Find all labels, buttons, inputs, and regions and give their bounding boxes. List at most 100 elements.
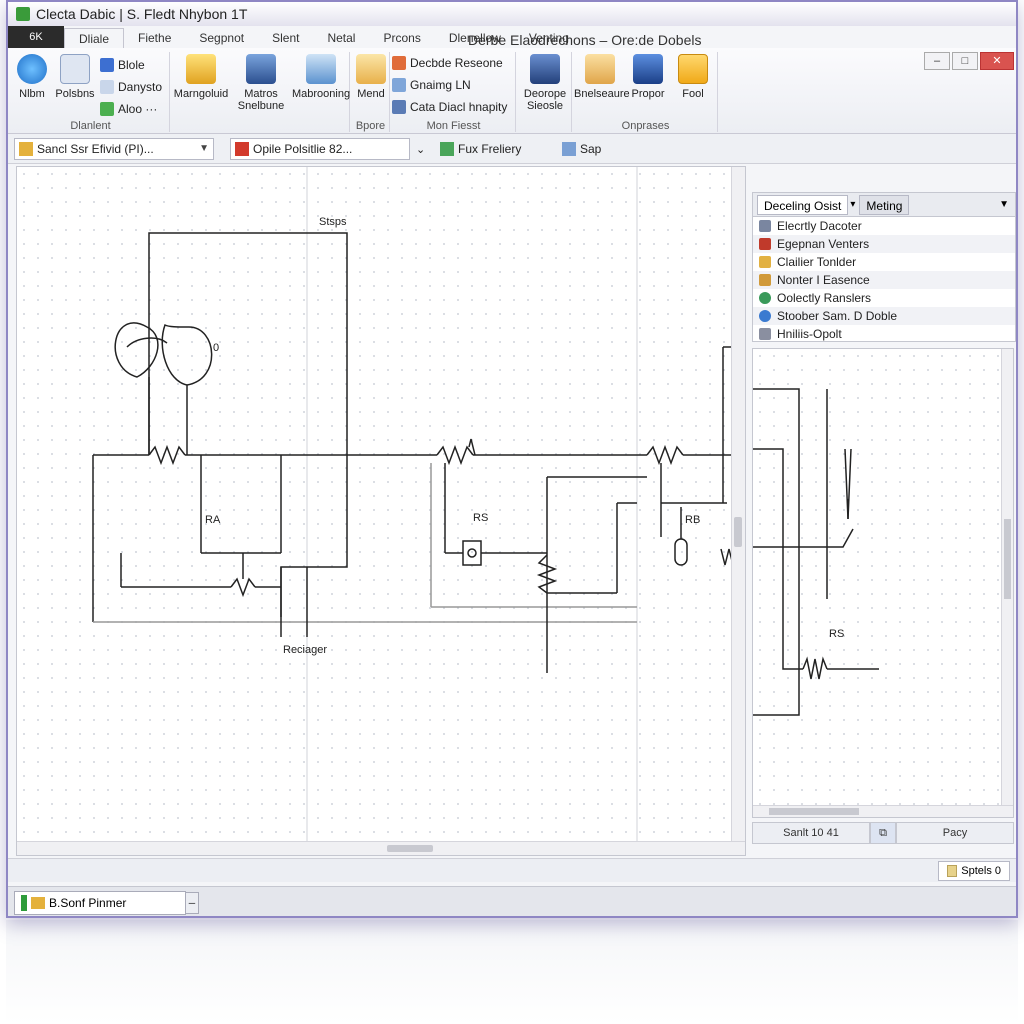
list-item[interactable]: Hniliis-Opolt: [753, 325, 1015, 343]
status-right: Sptels 0: [938, 861, 1010, 881]
tab-file[interactable]: 6K: [8, 26, 64, 48]
label-bottom: Reciager: [283, 644, 327, 656]
ribbon-small-cata[interactable]: Cata Diacl hnapity: [392, 98, 507, 116]
ribbon-small-decbde[interactable]: Decbde Reseone: [392, 54, 503, 72]
label-rs: RS: [473, 512, 488, 524]
tab-0[interactable]: Dliale: [64, 28, 125, 48]
globe-icon: [17, 54, 47, 84]
tab-1[interactable]: Fiethe: [124, 28, 185, 48]
minimize-button[interactable]: –: [924, 52, 950, 70]
maximize-button[interactable]: □: [952, 52, 978, 70]
resistor-r3: [646, 444, 684, 466]
list-item[interactable]: Nonter I Easence: [753, 271, 1015, 289]
ribbon-button-mend[interactable]: Mend: [352, 54, 390, 100]
list-item[interactable]: Clailier Tonlder: [753, 253, 1015, 271]
list-item[interactable]: Oolectly Ranslers: [753, 289, 1015, 307]
component-icon: [759, 292, 771, 304]
list-item[interactable]: Elecrtly Dacoter: [753, 217, 1015, 235]
schematic-canvas[interactable]: Stsps RA RS RB Reciager 0: [16, 166, 746, 856]
sheet-combo[interactable]: Opile Polsitlie 82...: [230, 138, 410, 160]
wire-top-loop: [148, 232, 348, 617]
taskbar-item[interactable]: B.Sonf Pinmer ─: [14, 891, 199, 915]
preview-horizontal-scrollbar[interactable]: [753, 805, 1013, 817]
scroll-thumb[interactable]: [387, 845, 433, 852]
preview-drawing: RS: [753, 388, 879, 716]
tab-3[interactable]: Slent: [258, 28, 313, 48]
panel-tabs: Deceling Osist ▾ Meting ▼: [753, 193, 1015, 217]
ribbon-button-polsbns[interactable]: Polsbns: [52, 54, 98, 100]
scroll-thumb[interactable]: [734, 517, 742, 547]
layers-icon[interactable]: ⧉: [870, 822, 896, 844]
table-icon: [392, 56, 406, 70]
dropdown-button[interactable]: ─: [185, 892, 199, 914]
component-icon: [759, 238, 771, 250]
toolbar-sap[interactable]: Sap: [562, 140, 601, 158]
ribbon-button-marngoluid[interactable]: Marngoluid: [172, 54, 230, 100]
ribbon-button-fool[interactable]: Fool: [670, 54, 716, 100]
window-controls: – □ ✕: [924, 52, 1014, 70]
ribbon-button-matros[interactable]: Matros Snelbune: [232, 54, 290, 112]
ribbon-button-deorope[interactable]: Deorope Sieosle: [518, 54, 572, 112]
label-d0: 0: [213, 342, 219, 354]
yellow-tool-icon: [186, 54, 216, 84]
label-side: RS: [829, 628, 844, 640]
toolbar-fux-freliery[interactable]: Fux Freliery: [440, 140, 521, 158]
page-icon: [947, 865, 958, 877]
ribbon-small-blole[interactable]: Blole: [100, 56, 145, 74]
group-label: Dlanlent: [70, 120, 111, 132]
page-icon: [100, 80, 114, 94]
component-icon: [759, 328, 771, 340]
hand-icon: [585, 54, 615, 84]
folder-icon: [31, 897, 45, 909]
ribbon-group-mon-fiesst: Decbde Reseone Gnaimg LN Cata Diacl hnap…: [392, 52, 516, 132]
ribbon-small-gnaimg[interactable]: Gnaimg LN: [392, 76, 471, 94]
chevron-down-icon[interactable]: ⌄: [416, 140, 425, 158]
ribbon-group-deorope: Deorope Sieosle: [518, 52, 572, 132]
blue-square-icon: [100, 58, 114, 72]
location-combo[interactable]: Sancl Ssr Efivid (PI)... ▼: [14, 138, 214, 160]
tab-4[interactable]: Netal: [313, 28, 369, 48]
component-list: Elecrtly Dacoter Egepnan Venters Clailie…: [753, 217, 1015, 343]
panel-tab-0[interactable]: Deceling Osist: [757, 194, 849, 215]
panel-tab-1[interactable]: Meting: [859, 194, 910, 215]
green-check-icon: [100, 102, 114, 116]
title-bar: Clecta Dabic | S. Fledt Nhybon 1T: [8, 2, 1016, 26]
collapse-icon[interactable]: ▼: [999, 199, 1009, 210]
recycle-icon: [440, 142, 454, 156]
preview-vertical-scrollbar[interactable]: [1001, 349, 1013, 817]
tab-5[interactable]: Prcons: [369, 28, 434, 48]
panel-status-right[interactable]: Pacy: [896, 822, 1014, 844]
document-icon: [60, 54, 90, 84]
close-button[interactable]: ✕: [980, 52, 1014, 70]
ribbon-button-nlbm[interactable]: Nlbm: [12, 54, 52, 100]
panel-status-left: Sanlt 10 41: [752, 822, 870, 844]
ribbon-group-onprases: Bnelseaure Propor Fool Onprases: [574, 52, 718, 132]
ribbon-button-bnelseaure[interactable]: Bnelseaure: [574, 54, 630, 100]
component-fuse: [674, 538, 688, 566]
ribbon-small-aloo[interactable]: Aloo ···: [100, 100, 157, 118]
list-item[interactable]: Stoober Sam. D Doble: [753, 307, 1015, 325]
coil-right: [161, 323, 213, 386]
status-bar: Sptels 0: [8, 858, 1016, 882]
resistor-r2: [436, 444, 474, 466]
chart-icon: [392, 78, 406, 92]
list-item[interactable]: Egepnan Venters: [753, 235, 1015, 253]
scroll-thumb[interactable]: [1004, 519, 1011, 599]
component-icon: [759, 220, 771, 232]
toolbar-address: Sancl Ssr Efivid (PI)... ▼ Opile Polsitl…: [8, 134, 1016, 164]
network-icon: [530, 54, 560, 84]
canvas-vertical-scrollbar[interactable]: [731, 167, 745, 855]
tab-2[interactable]: Segpnot: [185, 28, 258, 48]
canvas-horizontal-scrollbar[interactable]: [17, 841, 745, 855]
grid-icon: [392, 100, 406, 114]
monitor-icon: [633, 54, 663, 84]
ribbon-button-propor[interactable]: Propor: [624, 54, 672, 100]
ribbon-small-danysto[interactable]: Danysto: [100, 78, 162, 96]
window-title: Clecta Dabic | S. Fledt Nhybon 1T: [36, 6, 248, 22]
ribbon-button-mabrooning[interactable]: Mabrooning: [292, 54, 350, 100]
chevron-down-icon[interactable]: ▼: [199, 139, 209, 159]
preview-canvas[interactable]: RS: [752, 348, 1014, 818]
scroll-thumb[interactable]: [769, 808, 859, 815]
component-icon: [759, 274, 771, 286]
chevron-down-icon[interactable]: ▾: [850, 199, 855, 210]
